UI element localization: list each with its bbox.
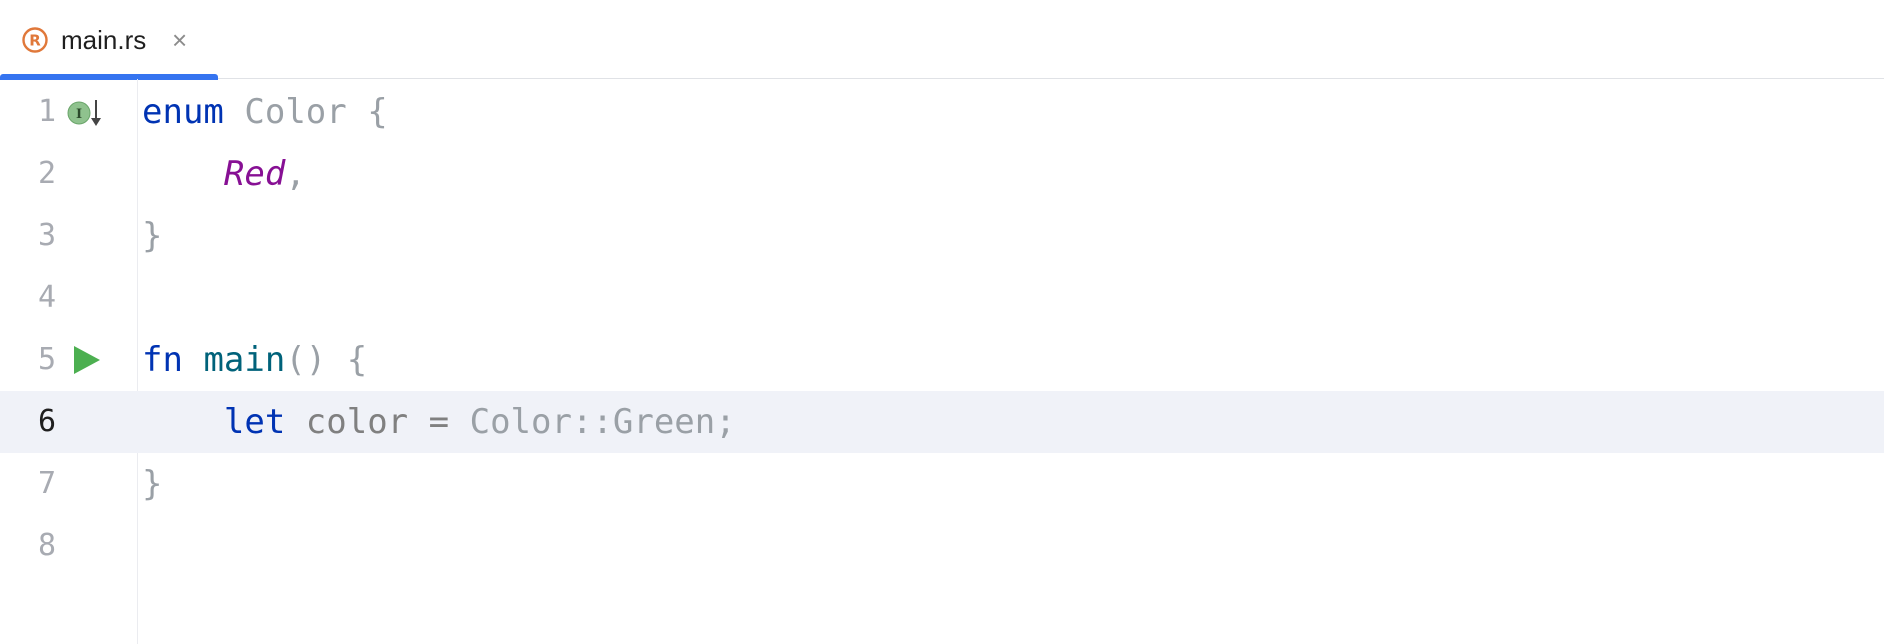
implemented-marker-icon[interactable]: I xyxy=(66,98,106,128)
line-number: 6 xyxy=(37,404,56,439)
line-number: 7 xyxy=(37,466,56,501)
code-line-2[interactable]: 2 Red, xyxy=(0,143,1884,205)
tab-label: main.rs xyxy=(61,25,147,55)
code-line-5[interactable]: 5 fn main() { xyxy=(0,329,1884,391)
code-text: enum Color { xyxy=(142,92,388,132)
code-editor[interactable]: 1 I enum Color { 2 Red, 3 } 4 5 fn main(… xyxy=(0,79,1884,644)
code-text: Red, xyxy=(223,154,306,194)
line-number: 1 xyxy=(37,94,56,129)
rust-icon-letter: R xyxy=(29,32,41,50)
line-number: 3 xyxy=(37,218,56,253)
tab-main-rs[interactable]: R main.rs × xyxy=(0,0,218,80)
code-text: } xyxy=(142,464,163,504)
rust-file-icon: R xyxy=(22,27,48,53)
close-icon[interactable]: × xyxy=(172,22,187,58)
line-number: 8 xyxy=(37,528,56,563)
code-text: } xyxy=(142,216,163,256)
code-line-1[interactable]: 1 I enum Color { xyxy=(0,81,1884,143)
code-line-8[interactable]: 8 xyxy=(0,515,1884,577)
code-line-3[interactable]: 3 } xyxy=(0,205,1884,267)
svg-text:I: I xyxy=(76,107,82,122)
editor-tab-bar: R main.rs × xyxy=(0,0,1884,80)
line-number: 4 xyxy=(37,280,56,315)
code-text: fn main() { xyxy=(142,340,368,380)
line-number: 2 xyxy=(37,156,56,191)
code-text: let color = Color::Green; xyxy=(223,402,736,442)
code-line-6-current[interactable]: 6 let color = Color::Green; xyxy=(0,391,1884,453)
code-line-4[interactable]: 4 xyxy=(0,267,1884,329)
line-number: 5 xyxy=(37,342,56,377)
code-line-7[interactable]: 7 } xyxy=(0,453,1884,515)
run-icon[interactable] xyxy=(72,344,102,376)
